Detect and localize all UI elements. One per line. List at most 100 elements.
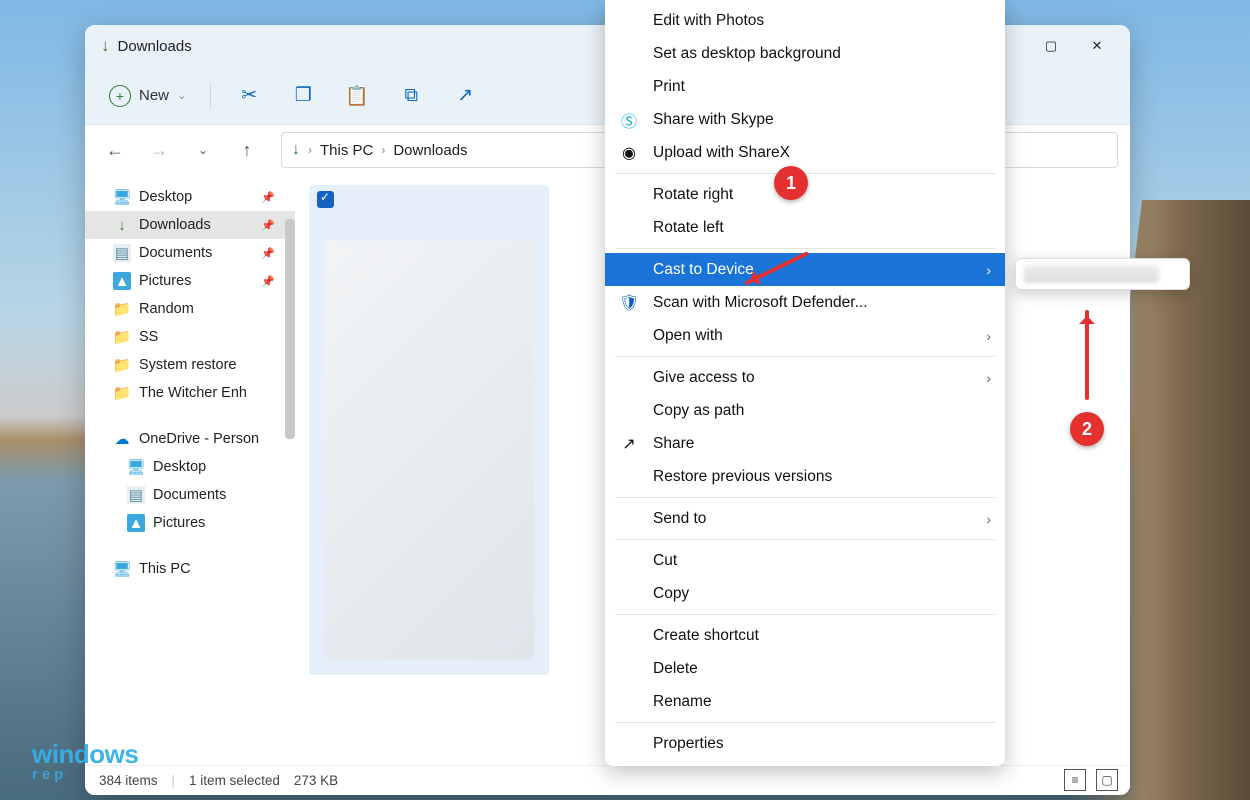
menu-item[interactable]: Copy as path <box>605 394 1005 427</box>
sidebar-item[interactable]: ▤ Documents <box>85 481 295 509</box>
rename-icon[interactable]: ⧉ <box>391 76 431 116</box>
menu-item[interactable]: Open with› <box>605 319 1005 352</box>
up-button[interactable]: ↑ <box>229 132 265 168</box>
forward-button[interactable]: → <box>141 132 177 168</box>
cast-device-item[interactable] <box>1024 265 1159 283</box>
thumbnails-view-button[interactable]: ▢ <box>1096 769 1118 791</box>
breadcrumb-root[interactable]: This PC <box>320 142 373 159</box>
sidebar-item[interactable]: ▲ Pictures 📌 <box>85 267 295 295</box>
menu-item[interactable]: Set as desktop background <box>605 37 1005 70</box>
chevron-right-icon: › <box>986 511 991 527</box>
sidebar-item[interactable]: ▤Documents📌 <box>85 239 295 267</box>
menu-item[interactable]: Edit with Photos <box>605 4 1005 37</box>
maximize-button[interactable]: ▢ <box>1028 30 1074 62</box>
share-icon[interactable]: ↗ <box>445 76 485 116</box>
plus-icon: + <box>109 85 131 107</box>
menu-item[interactable]: Send to › <box>605 502 1005 535</box>
pin-icon: 📌 <box>261 191 275 204</box>
menu-item[interactable]: Cast to Device› <box>605 253 1005 286</box>
sidebar-item[interactable]: 📁 Random <box>85 295 295 323</box>
sidebar-thispc[interactable]: 🖥 This PC <box>85 555 295 583</box>
menu-item[interactable]: Rotate left <box>605 211 1005 244</box>
cast-submenu[interactable] <box>1015 258 1190 290</box>
sharex-icon: ◉ <box>619 143 639 163</box>
sidebar-item-label: Downloads <box>139 217 211 233</box>
document-icon: ▤ <box>127 486 145 504</box>
chevron-right-icon: › <box>308 143 312 157</box>
download-icon: ↓ <box>292 141 300 159</box>
menu-item[interactable]: Cut <box>605 544 1005 577</box>
copy-icon[interactable]: ❐ <box>283 76 323 116</box>
status-bar: 384 items | 1 item selected 273 KB ≡ ▢ <box>85 765 1130 795</box>
cut-icon[interactable]: ✂ <box>229 76 269 116</box>
skype-icon: Ⓢ <box>619 108 639 132</box>
menu-item-label: Give access to <box>653 369 755 387</box>
menu-item[interactable]: Create shortcut <box>605 619 1005 652</box>
recent-dropdown[interactable]: ⌄ <box>185 132 221 168</box>
pin-icon: 📌 <box>261 247 275 260</box>
menu-item[interactable]: ◉ Upload with ShareX <box>605 136 1005 169</box>
sidebar-scrollbar[interactable] <box>285 219 295 439</box>
picture-icon: ▲ <box>127 514 145 532</box>
menu-item-label: Print <box>653 78 685 96</box>
menu-item-label: Properties <box>653 735 724 753</box>
sidebar-item-label: SS <box>139 329 158 345</box>
back-button[interactable]: ← <box>97 132 133 168</box>
new-button[interactable]: + New ⌄ <box>103 81 192 111</box>
menu-item-label: Share <box>653 435 694 453</box>
checkbox-checked-icon[interactable] <box>317 191 334 208</box>
sidebar-item-label: Pictures <box>139 273 191 289</box>
sidebar-item[interactable]: 📁The Witcher Enh <box>85 379 295 407</box>
status-size: 273 KB <box>294 773 338 788</box>
chevron-down-icon: ⌄ <box>177 89 186 102</box>
chevron-right-icon: › <box>986 262 991 278</box>
picture-icon: ▲ <box>113 272 131 290</box>
sidebar-item[interactable]: 📁SS <box>85 323 295 351</box>
annotation-arrow <box>1085 310 1089 400</box>
menu-item[interactable]: Copy <box>605 577 1005 610</box>
menu-item-label: Send to <box>653 510 706 528</box>
sidebar-item-label: System restore <box>139 357 237 373</box>
sidebar-item-label: OneDrive - Person <box>139 431 259 447</box>
menu-item-label: Set as desktop background <box>653 45 841 63</box>
sidebar-item-label: Random <box>139 301 194 317</box>
menu-item[interactable]: Restore previous versions <box>605 460 1005 493</box>
menu-item[interactable]: Give access to › <box>605 361 1005 394</box>
menu-item-label: Copy as path <box>653 402 744 420</box>
context-menu: Edit with Photos Set as desktop backgroun… <box>605 0 1005 766</box>
sidebar-item-label: Documents <box>153 487 226 503</box>
pin-icon: 📌 <box>261 275 275 288</box>
sidebar-item[interactable]: 🖥Desktop <box>85 453 295 481</box>
chevron-right-icon: › <box>986 370 991 386</box>
window-title: Downloads <box>118 38 192 55</box>
sidebar-item[interactable]: ↓Downloads📌 <box>85 211 295 239</box>
menu-item[interactable]: ↗ Share <box>605 427 1005 460</box>
file-thumbnail-selected[interactable] <box>309 185 549 675</box>
sidebar-item[interactable]: 🖥Desktop📌 <box>85 183 295 211</box>
paste-icon[interactable]: 📋 <box>337 76 377 116</box>
close-button[interactable]: ✕ <box>1074 30 1120 62</box>
share-icon: ↗ <box>619 434 639 454</box>
monitor-icon: 🖥 <box>127 458 145 476</box>
menu-item-label: Cut <box>653 552 677 570</box>
menu-item-label: Restore previous versions <box>653 468 832 486</box>
details-view-button[interactable]: ≡ <box>1064 769 1086 791</box>
menu-item-label: Copy <box>653 585 689 603</box>
monitor-icon: 🖥 <box>113 188 131 206</box>
menu-item-label: Rotate right <box>653 186 733 204</box>
folder-icon: 📁 <box>113 300 131 318</box>
chevron-right-icon: › <box>986 328 991 344</box>
menu-item[interactable]: Rename <box>605 685 1005 718</box>
sidebar-item[interactable]: 📁 System restore <box>85 351 295 379</box>
menu-item[interactable]: Delete <box>605 652 1005 685</box>
sidebar-onedrive[interactable]: ☁ OneDrive - Person <box>85 425 295 453</box>
menu-item-label: Upload with ShareX <box>653 144 790 162</box>
folder-icon: 📁 <box>113 356 131 374</box>
menu-item[interactable]: Print <box>605 70 1005 103</box>
menu-item-label: Rename <box>653 693 712 711</box>
menu-item[interactable]: Properties <box>605 727 1005 760</box>
breadcrumb-current[interactable]: Downloads <box>393 142 467 159</box>
menu-item[interactable]: 🛡Scan with Microsoft Defender... <box>605 286 1005 319</box>
menu-item[interactable]: ⓈShare with Skype <box>605 103 1005 136</box>
sidebar-item[interactable]: ▲Pictures <box>85 509 295 537</box>
